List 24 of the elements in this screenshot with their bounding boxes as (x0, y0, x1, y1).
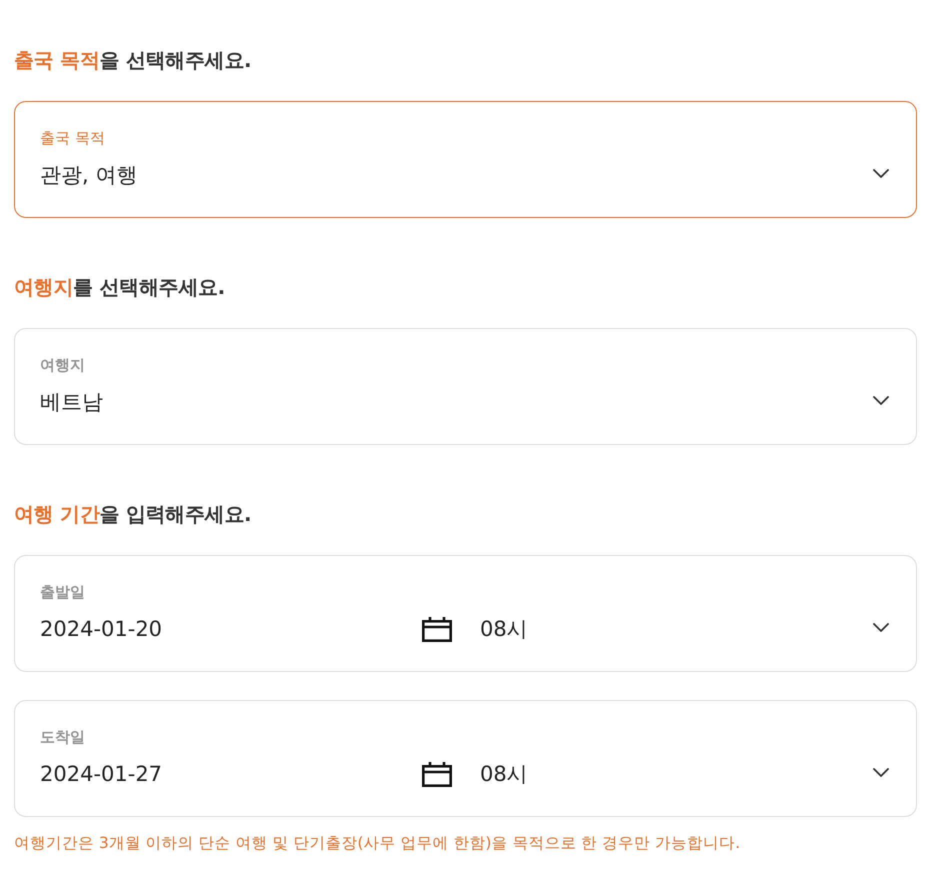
notice-text: 여행기간은 3개월 이하의 단순 여행 및 단기출장(사무 업무에 한함)을 목적으로 한 경우만 가능합니다. (14, 833, 742, 854)
field-value: 베트남 (40, 389, 103, 416)
date-time-field[interactable]: 도착일 2024-01-27 08시 (14, 700, 917, 817)
select-field[interactable]: 출국 목적 관광, 여행 (14, 101, 917, 218)
field-label: 여행지 (40, 355, 85, 376)
date-value: 2024-01-27 (40, 761, 162, 788)
chevron-down-icon (873, 168, 889, 178)
chevron-down-icon (873, 768, 889, 776)
select-field[interactable]: 여행지 베트남 (14, 328, 917, 445)
date-value: 2024-01-20 (40, 616, 162, 643)
chevron-down-icon (873, 622, 889, 632)
hour-value: 08시 (480, 616, 528, 643)
field-label: 출발일 (40, 582, 85, 603)
field-value: 관광, 여행 (40, 162, 138, 189)
calendar-icon[interactable] (422, 616, 452, 642)
hour-value: 08시 (480, 761, 528, 788)
chevron-down-icon (873, 396, 889, 404)
section-heading: 출국 목적을 선택해주세요. (14, 47, 252, 74)
section-heading: 여행지를 선택해주세요. (14, 274, 226, 301)
field-label: 도착일 (40, 727, 85, 748)
calendar-icon[interactable] (422, 762, 452, 786)
date-time-field[interactable]: 출발일 2024-01-20 08시 (14, 555, 917, 672)
section-heading: 여행 기간을 입력해주세요. (14, 501, 252, 528)
field-label: 출국 목적 (40, 128, 105, 149)
